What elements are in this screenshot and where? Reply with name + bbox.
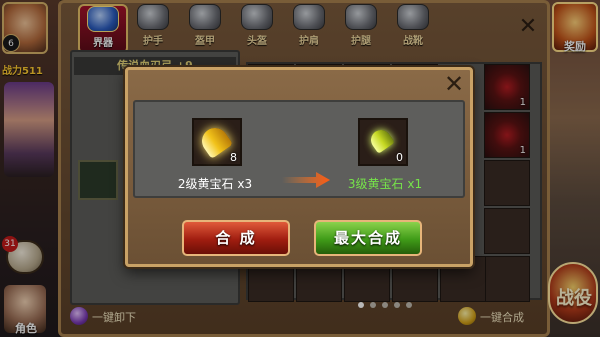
source-gem-label: 2级黄宝石 x3 bbox=[177, 177, 253, 191]
close-dialog-icon[interactable]: ✕ bbox=[440, 70, 468, 98]
yellow-gem-icon bbox=[196, 122, 234, 160]
yellow-gem-icon bbox=[367, 126, 395, 154]
compose-button[interactable]: 合 成 bbox=[182, 220, 290, 256]
target-gem-label: 3级黄宝石 x1 bbox=[347, 177, 423, 191]
source-gem-slot: 8 bbox=[192, 118, 242, 166]
arrow-right-icon bbox=[282, 172, 330, 188]
compose-max-button[interactable]: 最大合成 bbox=[314, 220, 422, 256]
target-gem-slot: 0 bbox=[358, 118, 408, 166]
source-gem-count: 8 bbox=[230, 151, 237, 164]
target-gem-count: 0 bbox=[396, 151, 403, 164]
